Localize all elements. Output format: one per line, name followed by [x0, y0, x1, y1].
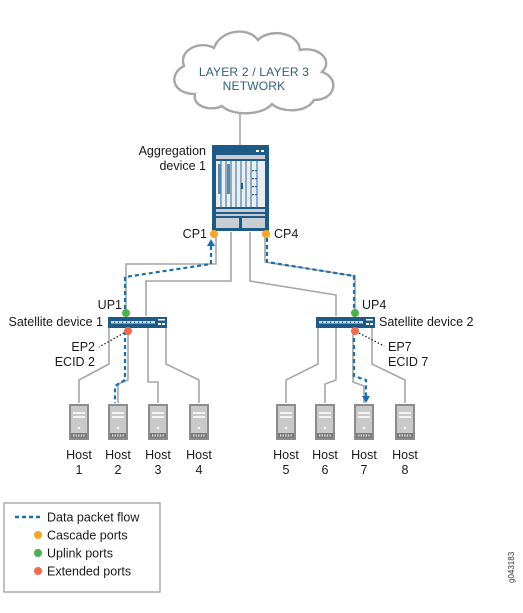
- host-2[interactable]: Host2: [105, 404, 131, 477]
- link-sat1-host4: [165, 328, 200, 403]
- legend-dot-icon: [34, 567, 42, 575]
- label-ep7: EP7: [388, 340, 412, 354]
- host-label-word: Host: [105, 448, 131, 462]
- label-up4: UP4: [362, 298, 386, 312]
- host-label-number: 4: [196, 463, 203, 477]
- aggregation-label-line2: device 1: [159, 159, 206, 173]
- link-sat2-host5: [285, 328, 319, 403]
- diagram-canvas: LAYER 2 / LAYER 3 NETWORK Aggregation de…: [3, 30, 516, 593]
- figure-id: g043183: [507, 551, 516, 583]
- host-label-word: Host: [392, 448, 418, 462]
- pointer-ep2: [98, 332, 125, 348]
- host-label-number: 8: [402, 463, 409, 477]
- host-label-word: Host: [273, 448, 299, 462]
- flow-arrow-cp1: [207, 239, 215, 246]
- legend-label: Data packet flow: [47, 511, 140, 525]
- host-1[interactable]: Host1: [66, 404, 92, 477]
- port-ep7[interactable]: [351, 327, 359, 335]
- label-up1: UP1: [98, 298, 122, 312]
- host-label-word: Host: [66, 448, 92, 462]
- host-label-number: 2: [115, 463, 122, 477]
- port-up1[interactable]: [122, 309, 130, 317]
- host-6[interactable]: Host6: [312, 404, 338, 477]
- flow-host2-to-ep2: [113, 331, 127, 403]
- host-label-number: 5: [283, 463, 290, 477]
- legend-label: Extended ports: [47, 565, 131, 579]
- label-ecid2: ECID 2: [55, 355, 95, 369]
- label-cp4: CP4: [274, 227, 298, 241]
- satellite-device-1[interactable]: [108, 317, 167, 328]
- legend-label: Uplink ports: [47, 547, 113, 561]
- satellite-1-label: Satellite device 1: [8, 315, 103, 329]
- link-sat1-host2: [117, 328, 129, 403]
- link-sat2-host6: [324, 328, 337, 403]
- cloud-label-line2: NETWORK: [223, 79, 286, 93]
- link-agg-sat1-2: [145, 232, 232, 316]
- aggregation-label-line1: Aggregation: [139, 144, 206, 158]
- satellite-device-2[interactable]: [316, 317, 375, 328]
- port-cp4[interactable]: [262, 230, 270, 238]
- satellite-2-label: Satellite device 2: [379, 315, 474, 329]
- host-7[interactable]: Host7: [351, 404, 377, 477]
- host-3[interactable]: Host3: [145, 404, 171, 477]
- cloud-label-line1: LAYER 2 / LAYER 3: [199, 65, 309, 79]
- aggregation-device[interactable]: [212, 145, 269, 231]
- host-label-number: 1: [76, 463, 83, 477]
- host-label-word: Host: [145, 448, 171, 462]
- link-sat1-host3: [147, 328, 159, 403]
- label-ep2: EP2: [71, 340, 95, 354]
- link-agg-sat2-1: [249, 232, 337, 316]
- label-ecid7: ECID 7: [388, 355, 428, 369]
- flow-cp4-to-up4: [265, 238, 356, 314]
- link-cp1-up1: [125, 232, 217, 316]
- legend-item: Cascade ports: [34, 529, 128, 543]
- legend-item: Extended ports: [34, 565, 131, 579]
- legend: Data packet flow Cascade ports Uplink port…: [3, 502, 161, 593]
- host-label-number: 6: [322, 463, 329, 477]
- host-4[interactable]: Host4: [186, 404, 212, 477]
- port-up4[interactable]: [351, 309, 359, 317]
- host-label-word: Host: [312, 448, 338, 462]
- port-ep2[interactable]: [124, 327, 132, 335]
- legend-label: Cascade ports: [47, 529, 128, 543]
- host-label-number: 3: [155, 463, 162, 477]
- host-label-number: 7: [361, 463, 368, 477]
- legend-dot-icon: [34, 531, 42, 539]
- host-label-word: Host: [186, 448, 212, 462]
- legend-dot-icon: [34, 549, 42, 557]
- host-8[interactable]: Host8: [392, 404, 418, 477]
- host-5[interactable]: Host5: [273, 404, 299, 477]
- cloud-network: LAYER 2 / LAYER 3 NETWORK: [173, 30, 335, 115]
- label-cp1: CP1: [183, 227, 207, 241]
- host-label-word: Host: [351, 448, 377, 462]
- port-cp1[interactable]: [210, 230, 218, 238]
- hosts: Host1Host2Host3Host4Host5Host6Host7Host8: [66, 404, 418, 477]
